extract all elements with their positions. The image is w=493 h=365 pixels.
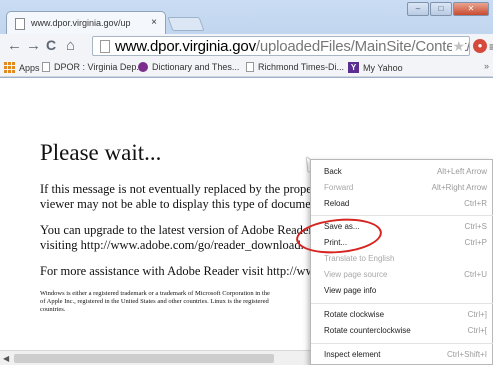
- bookmark-richmond[interactable]: Richmond Times-Di...: [246, 62, 344, 72]
- scroll-left-icon[interactable]: ◀: [3, 354, 9, 363]
- close-tab-icon[interactable]: ×: [151, 17, 157, 28]
- chrome-menu-icon[interactable]: ≡: [489, 40, 493, 54]
- dictionary-icon: [138, 62, 148, 72]
- minimize-button[interactable]: ‒: [407, 2, 429, 16]
- page-icon: [42, 62, 50, 72]
- reload-icon[interactable]: C: [46, 37, 56, 54]
- menu-separator: [311, 303, 493, 304]
- menu-item-inspect[interactable]: Inspect element Ctrl+Shift+I: [311, 347, 493, 363]
- tab-title: www.dpor.virginia.gov/up: [31, 18, 131, 28]
- extension-icon[interactable]: ●: [473, 39, 487, 53]
- upgrade-paragraph: You can upgrade to the latest version of…: [40, 223, 331, 252]
- close-window-button[interactable]: ✕: [453, 2, 489, 16]
- assistance-paragraph: For more assistance with Adobe Reader vi…: [40, 264, 332, 278]
- bookmarks-bar: Apps DPOR : Virginia Dep... Dictionary a…: [0, 58, 493, 77]
- menu-item-rotate-counterclockwise[interactable]: Rotate counterclockwise Ctrl+[: [311, 323, 493, 339]
- apps-icon: [4, 62, 15, 73]
- pdf-placeholder-text: Please wait... If this message is not ev…: [40, 140, 337, 314]
- menu-item-page-info[interactable]: View page info: [311, 283, 493, 299]
- home-icon[interactable]: ⌂: [66, 37, 75, 54]
- bookmark-dpor[interactable]: DPOR : Virginia Dep...: [42, 62, 144, 72]
- maximize-button[interactable]: □: [430, 2, 452, 16]
- page-icon: [100, 40, 110, 53]
- menu-item-view-source[interactable]: View page source Ctrl+U: [311, 267, 493, 283]
- page-icon: [246, 62, 254, 72]
- back-arrow-icon[interactable]: ←: [7, 37, 22, 54]
- menu-item-translate[interactable]: Translate to English: [311, 251, 493, 267]
- yahoo-icon: Y: [348, 62, 359, 73]
- browser-chrome: www.dpor.virginia.gov/up × ‒ □ ✕ ← → C ⌂…: [0, 0, 493, 78]
- url-text: www.dpor.virginia.gov/uploadedFiles/Main…: [115, 38, 469, 55]
- window-controls: ‒ □ ✕: [407, 2, 489, 16]
- bookmark-apps[interactable]: Apps: [4, 62, 40, 73]
- forward-arrow-icon[interactable]: →: [26, 37, 41, 54]
- menu-item-forward[interactable]: Forward Alt+Right Arrow: [311, 180, 493, 196]
- menu-separator: [311, 215, 493, 216]
- menu-item-back[interactable]: Back Alt+Left Arrow: [311, 164, 493, 180]
- scrollbar-thumb[interactable]: [14, 354, 274, 363]
- page-title: Please wait...: [40, 140, 162, 165]
- trademark-notice: Windows is either a registered trademark…: [40, 290, 270, 313]
- menu-item-rotate-clockwise[interactable]: Rotate clockwise Ctrl+]: [311, 307, 493, 323]
- address-bar[interactable]: www.dpor.virginia.gov/uploadedFiles/Main…: [92, 36, 470, 56]
- toolbar: ← → C ⌂ www.dpor.virginia.gov/uploadedFi…: [0, 34, 493, 58]
- menu-item-reload[interactable]: Reload Ctrl+R: [311, 196, 493, 212]
- context-menu: Back Alt+Left Arrow Forward Alt+Right Ar…: [310, 159, 493, 365]
- message-paragraph: If this message is not eventually replac…: [40, 182, 338, 211]
- menu-separator: [311, 343, 493, 344]
- bookmark-star-icon[interactable]: ★: [452, 38, 465, 55]
- bookmark-yahoo[interactable]: Y My Yahoo: [348, 62, 403, 73]
- new-tab-button[interactable]: [167, 17, 205, 31]
- page-icon: [15, 18, 25, 30]
- bookmarks-overflow-icon[interactable]: »: [484, 61, 489, 71]
- bookmark-dictionary[interactable]: Dictionary and Thes...: [138, 62, 239, 72]
- browser-tab[interactable]: www.dpor.virginia.gov/up ×: [6, 11, 166, 35]
- horizontal-scrollbar[interactable]: ◀: [0, 350, 310, 365]
